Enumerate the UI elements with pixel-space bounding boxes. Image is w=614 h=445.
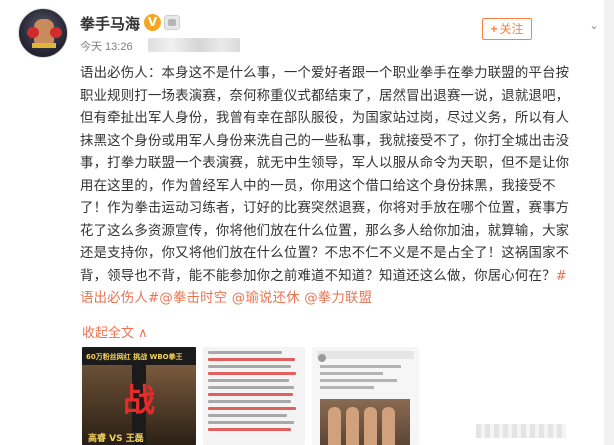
blurred-source (148, 38, 240, 52)
avatar[interactable] (18, 8, 68, 58)
mention[interactable]: @瑜说还休 (232, 291, 300, 306)
follow-button[interactable]: + 关注 (482, 18, 532, 40)
poster-title: 60万粉丝网红 挑战 WBO拳王 (86, 353, 183, 361)
avatar (318, 354, 326, 362)
weibo-post-card: 拳手马海 V + 关注 ⌄ 今天 13:26 语出必伤人：本身这不是什么事，一个爱… (0, 0, 614, 445)
person-figure (328, 407, 341, 445)
poster-mark: 战 (122, 381, 155, 419)
post-body-text: 语出必伤人：本身这不是什么事，一个爱好者跟一个职业拳手在拳力联盟的平台按职业规则… (80, 66, 570, 284)
post-image-text-screenshot[interactable] (203, 347, 305, 445)
post-body: 语出必伤人：本身这不是什么事，一个爱好者跟一个职业拳手在拳力联盟的平台按职业规则… (80, 63, 580, 311)
person-figure (346, 407, 359, 445)
watermark (476, 424, 566, 438)
person-figure (382, 407, 395, 445)
chevron-up-icon: ∧ (138, 326, 148, 341)
screenshot-header (317, 351, 414, 359)
collapse-label: 收起全文 (82, 326, 135, 341)
screenshot-text-lines (320, 365, 410, 393)
post-time[interactable]: 今天 13:26 (80, 41, 133, 53)
member-badge-icon (164, 15, 180, 30)
post-image-poster[interactable]: 60万粉丝网红 挑战 WBO拳王 战 高睿 VS 王磊 (82, 347, 196, 445)
post-meta: 今天 13:26 (80, 38, 137, 54)
scrollbar-track[interactable] (604, 0, 614, 445)
post-image-chat-screenshot[interactable] (312, 347, 419, 445)
mention[interactable]: @拳击时空 (159, 291, 227, 306)
person-figure (364, 407, 377, 445)
championship-belt-icon (32, 43, 56, 48)
author-name[interactable]: 拳手马海 (80, 13, 140, 34)
collapse-button[interactable]: 收起全文 ∧ (82, 322, 148, 341)
boxing-glove-icon (27, 27, 39, 38)
chevron-down-icon[interactable]: ⌄ (586, 20, 602, 32)
follow-label: 关注 (499, 22, 524, 36)
boxing-glove-icon (50, 27, 62, 38)
screenshot-text-lines (208, 351, 300, 435)
plus-icon: + (490, 22, 498, 36)
verified-icon: V (144, 14, 161, 31)
poster-fighters: 高睿 VS 王磊 (88, 434, 144, 444)
mention[interactable]: @拳力联盟 (304, 291, 372, 306)
